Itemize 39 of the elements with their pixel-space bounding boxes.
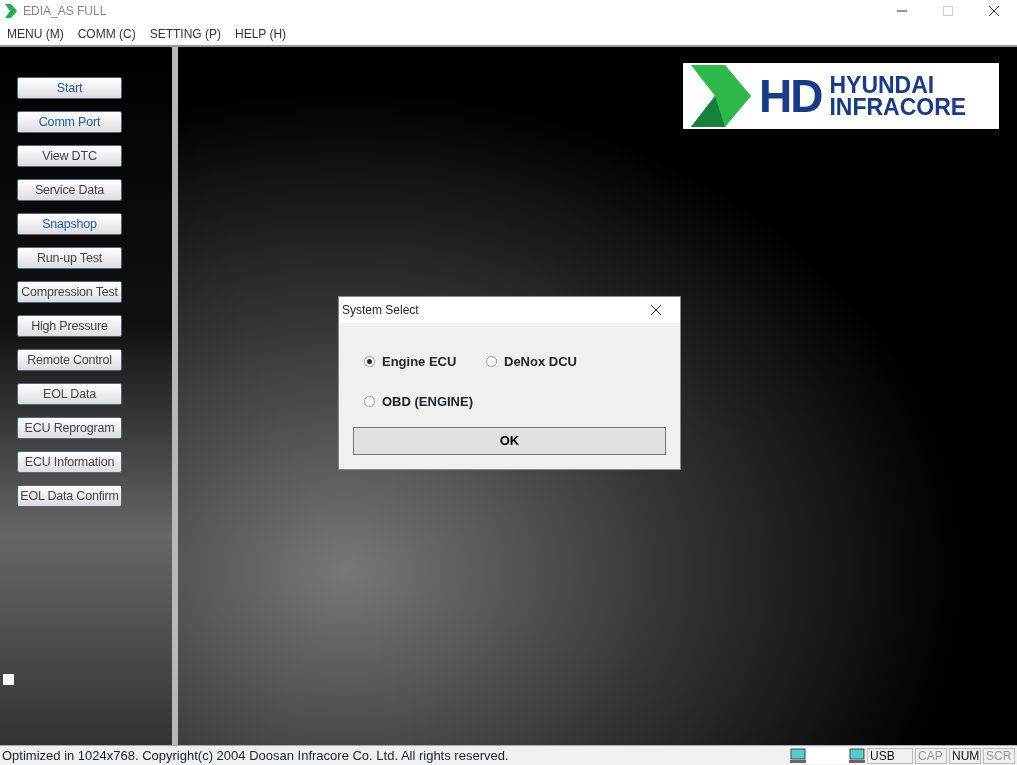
close-icon <box>650 304 662 316</box>
sidebar-button[interactable]: High Pressure <box>17 315 122 337</box>
close-icon <box>989 6 999 16</box>
sidebar-button[interactable]: Start <box>17 77 122 99</box>
sidebar-button[interactable]: EOL Data <box>17 383 122 405</box>
sidebar-button[interactable]: ECU Reprogram <box>17 417 122 439</box>
radio-option[interactable]: OBD (ENGINE) <box>364 391 486 411</box>
status-text: Optimized in 1024x768. Copyright(c) 2004 Doosan Infracore Co. Ltd. All rights reserved. <box>1 746 510 765</box>
menu-item[interactable]: COMM (C) <box>70 24 143 43</box>
status-indicator: NUM <box>949 747 981 764</box>
app-logo-icon <box>5 4 17 18</box>
menu-item[interactable]: SETTING (P) <box>142 24 228 43</box>
window-title: EDIA_AS FULL <box>23 3 107 20</box>
dialog-title: System Select <box>342 302 419 319</box>
logo-text: INFRACORE <box>829 96 967 118</box>
chevron-logo-icon <box>691 65 751 127</box>
sidebar-button[interactable]: Snapshop <box>17 213 122 235</box>
sidebar-button[interactable]: Compression Test <box>17 281 122 303</box>
maximize-icon <box>943 6 953 16</box>
computer-icon <box>849 748 865 763</box>
sidebar-button[interactable]: Remote Control <box>17 349 122 371</box>
ok-button[interactable]: OK <box>353 427 666 455</box>
sidebar-button[interactable]: Service Data <box>17 179 122 201</box>
sidebar-button[interactable]: ECU Information <box>17 451 122 473</box>
menu-item[interactable]: MENU (M) <box>0 24 71 43</box>
menu-item[interactable]: HELP (H) <box>228 24 294 43</box>
logo-text: HYUNDAI <box>829 74 936 96</box>
logo-mark: HD <box>759 68 822 124</box>
square-marker <box>3 674 14 685</box>
sidebar-button[interactable]: Comm Port <box>17 111 122 133</box>
status-indicator: USB <box>867 747 913 764</box>
status-indicator: CAP <box>915 747 947 764</box>
sidebar-button[interactable]: EOL Data Confirm <box>17 485 122 507</box>
radio-option[interactable]: Engine ECU <box>364 352 486 372</box>
status-indicator: SCR <box>983 747 1015 764</box>
computer-icon <box>790 748 806 763</box>
sidebar-button[interactable]: View DTC <box>17 145 122 167</box>
radio-option[interactable]: DeNox DCU <box>486 352 680 372</box>
sidebar-button[interactable]: Run-up Test <box>17 247 122 269</box>
